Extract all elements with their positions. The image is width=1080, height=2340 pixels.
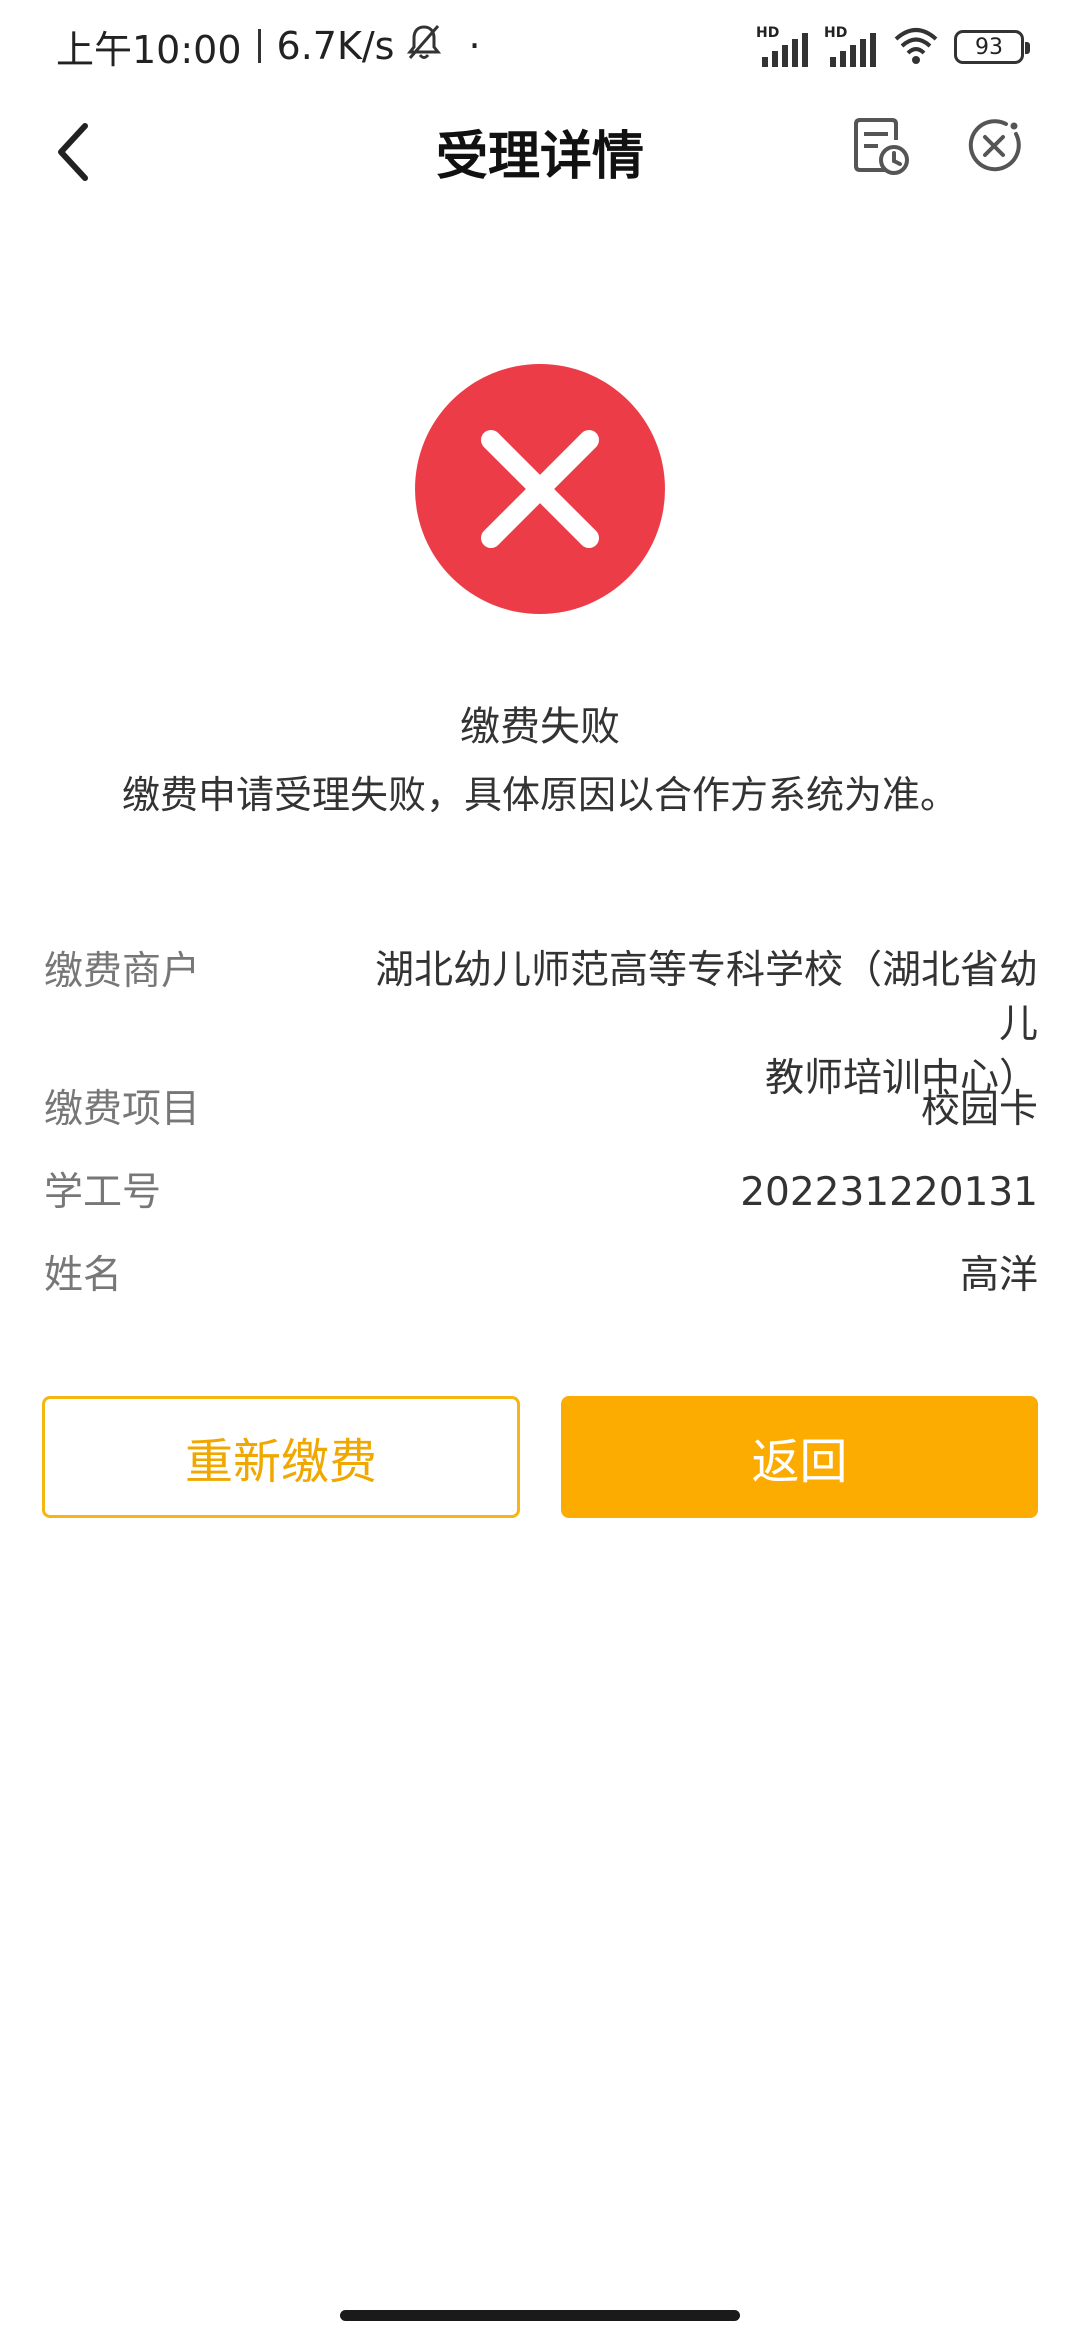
error-x-icon bbox=[415, 364, 665, 614]
project-label: 缴费项目 bbox=[44, 1087, 201, 1132]
status-dot: · bbox=[468, 24, 481, 68]
merchant-row: 缴费商户 湖北幼儿师范高等专科学校（湖北省幼儿 教师培训中心） bbox=[44, 944, 1038, 1101]
result-description: 缴费申请受理失败，具体原因以合作方系统为准。 bbox=[121, 773, 958, 817]
payment-result-page: 上午10:00 6.7K/s · HD HD 93 受理详情 缴费失败 缴费申请… bbox=[0, 0, 1080, 2340]
status-time: 上午10:00 bbox=[56, 27, 242, 72]
status-right: HD HD 93 bbox=[756, 22, 1030, 72]
battery-icon: 93 bbox=[954, 30, 1030, 64]
student-id-row: 学工号 202231220131 bbox=[44, 1165, 1038, 1248]
result-title: 缴费失败 bbox=[460, 704, 620, 750]
record-button[interactable] bbox=[840, 106, 920, 186]
status-left: 上午10:00 6.7K/s · bbox=[56, 18, 481, 74]
student-id-label: 学工号 bbox=[44, 1170, 162, 1215]
signal-icon: HD bbox=[824, 25, 878, 69]
project-value: 校园卡 bbox=[920, 1087, 1038, 1132]
merchant-value: 湖北幼儿师范高等专科学校（湖北省幼儿 教师培训中心） bbox=[338, 944, 1038, 1101]
repay-button[interactable]: 重新缴费 bbox=[42, 1396, 520, 1518]
return-button[interactable]: 返回 bbox=[561, 1396, 1038, 1518]
project-row: 缴费项目 校园卡 bbox=[44, 1082, 1038, 1165]
name-row: 姓名 高洋 bbox=[44, 1248, 1038, 1331]
name-value: 高洋 bbox=[959, 1253, 1038, 1298]
nav-bar: 受理详情 bbox=[0, 92, 1080, 216]
network-speed: 6.7K/s bbox=[276, 24, 395, 68]
wifi-icon bbox=[892, 25, 940, 69]
home-indicator[interactable] bbox=[340, 2310, 740, 2321]
document-clock-icon bbox=[854, 118, 909, 175]
close-button[interactable] bbox=[954, 106, 1034, 186]
name-label: 姓名 bbox=[44, 1253, 123, 1298]
status-separator bbox=[257, 29, 261, 63]
merchant-value-line1: 湖北幼儿师范高等专科学校（湖北省幼儿 bbox=[374, 948, 1038, 1047]
student-id-value: 202231220131 bbox=[740, 1170, 1038, 1215]
mute-bell-icon bbox=[404, 22, 444, 71]
status-bar: 上午10:00 6.7K/s · HD HD 93 bbox=[0, 0, 1080, 92]
merchant-label: 缴费商户 bbox=[44, 949, 201, 994]
battery-level: 93 bbox=[975, 34, 1003, 60]
close-circle-icon bbox=[968, 119, 1021, 172]
signal-icon: HD bbox=[756, 25, 810, 69]
payment-details: 缴费商户 湖北幼儿师范高等专科学校（湖北省幼儿 教师培训中心） 缴费项目 校园卡… bbox=[44, 944, 1038, 1331]
